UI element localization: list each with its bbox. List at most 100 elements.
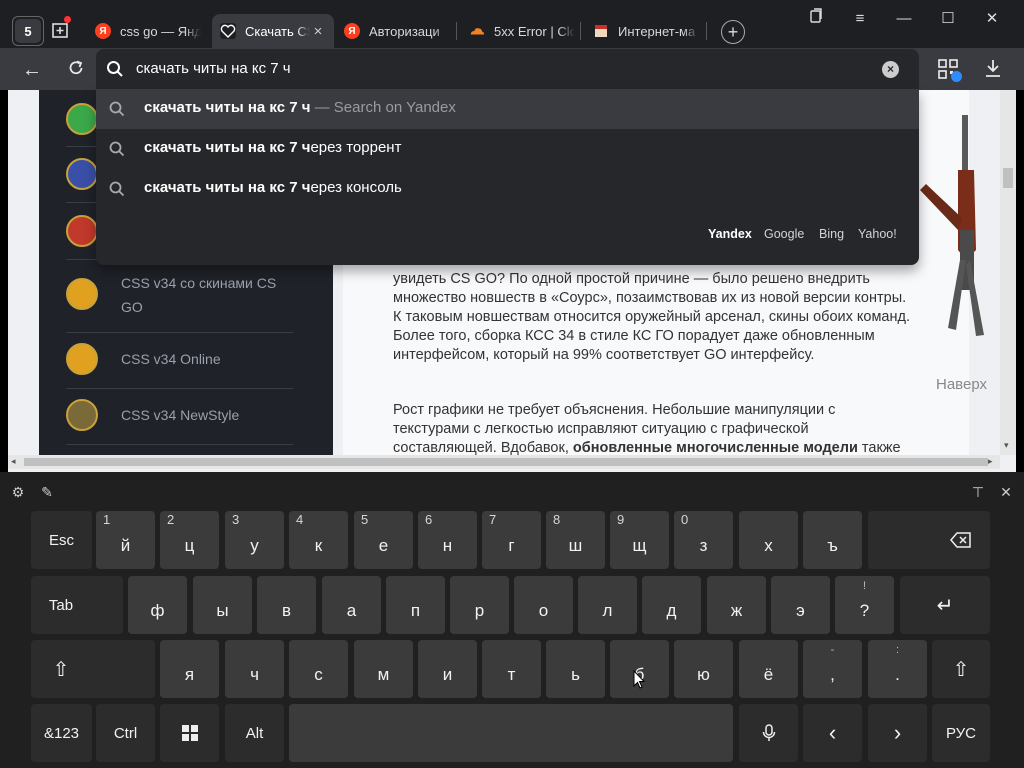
sidebar-item[interactable]: CSS v34 Online bbox=[66, 332, 293, 389]
key-п[interactable]: п bbox=[386, 576, 445, 634]
key-alt[interactable]: Alt bbox=[225, 704, 284, 762]
enter-key[interactable]: ↵ bbox=[900, 576, 990, 634]
cloudflare-icon bbox=[469, 23, 485, 39]
key-а[interactable]: а bbox=[322, 576, 381, 634]
shift-right-key[interactable]: ⇧ bbox=[932, 640, 990, 698]
close-window-icon[interactable]: ✕ bbox=[976, 8, 1008, 30]
key-arrow-left[interactable]: ‹ bbox=[803, 704, 862, 762]
tab-5xx-error[interactable]: 5xx Error | Clo bbox=[461, 14, 583, 48]
key-л[interactable]: л bbox=[578, 576, 637, 634]
cs-game-icon bbox=[66, 215, 98, 247]
menu-icon[interactable]: ≡ bbox=[844, 8, 876, 30]
search-icon bbox=[109, 141, 125, 157]
key-с[interactable]: с bbox=[289, 640, 348, 698]
key-arrow-right[interactable]: › bbox=[868, 704, 927, 762]
address-input[interactable]: скачать читы на кс 7 ч bbox=[136, 60, 291, 77]
key-esc[interactable]: Esc bbox=[31, 511, 92, 569]
key-ф[interactable]: ф bbox=[128, 576, 187, 634]
key-ч[interactable]: ч bbox=[225, 640, 284, 698]
key-question[interactable]: !? bbox=[835, 576, 894, 634]
tab-separator bbox=[706, 22, 707, 40]
engine-yahoo[interactable]: Yahoo! bbox=[858, 227, 897, 241]
key-н[interactable]: 6н bbox=[418, 511, 477, 569]
sidebar-item[interactable]: CSS v34 со скинами CS GO bbox=[66, 259, 293, 333]
key-м[interactable]: м bbox=[354, 640, 413, 698]
cs-game-icon bbox=[66, 278, 98, 310]
key-language[interactable]: РУС bbox=[932, 704, 990, 762]
tab-internet-shop[interactable]: Интернет-ма bbox=[585, 14, 707, 48]
settings-gear-icon[interactable]: ⚙ bbox=[10, 484, 26, 500]
scroll-to-top-link[interactable]: Наверх bbox=[936, 376, 987, 393]
horizontal-scroll-thumb[interactable] bbox=[24, 458, 988, 466]
key-й[interactable]: 1й bbox=[96, 511, 155, 569]
key-ы[interactable]: ы bbox=[193, 576, 252, 634]
sidebar-item[interactable]: CSS v34 NewStyle bbox=[66, 388, 293, 445]
key-period[interactable]: :. bbox=[868, 640, 927, 698]
tab-count-button[interactable]: 5 bbox=[12, 16, 44, 46]
dock-keyboard-icon[interactable]: ⊤ bbox=[970, 484, 986, 500]
shop-icon bbox=[593, 23, 609, 39]
rifle-image bbox=[920, 115, 984, 336]
backspace-key[interactable] bbox=[868, 511, 990, 569]
shift-left-key[interactable]: ⇧ bbox=[31, 640, 155, 698]
tab-close-icon[interactable]: × bbox=[310, 23, 326, 40]
key-ъ[interactable]: ъ bbox=[803, 511, 862, 569]
back-arrow-icon[interactable]: ← bbox=[20, 58, 44, 82]
reload-icon[interactable] bbox=[64, 58, 88, 82]
key-ц[interactable]: 2ц bbox=[160, 511, 219, 569]
key-ь[interactable]: ь bbox=[546, 640, 605, 698]
key-к[interactable]: 4к bbox=[289, 511, 348, 569]
key-и[interactable]: и bbox=[418, 640, 477, 698]
article-paragraph: Рост графики не требует объяснения. Небо… bbox=[393, 402, 901, 456]
scroll-down-arrow[interactable]: ▾ bbox=[1004, 440, 1009, 451]
key-comma[interactable]: -, bbox=[803, 640, 862, 698]
engine-bing[interactable]: Bing bbox=[819, 227, 844, 241]
maximize-icon[interactable]: ☐ bbox=[932, 8, 964, 30]
key-symbols[interactable]: &123 bbox=[31, 704, 92, 762]
key-ш[interactable]: 8ш bbox=[546, 511, 605, 569]
tab-download-cs[interactable]: Скачать CS × bbox=[212, 14, 334, 48]
key-ю[interactable]: ю bbox=[674, 640, 733, 698]
vertical-scroll-thumb[interactable] bbox=[1003, 168, 1013, 188]
key-х[interactable]: х bbox=[739, 511, 798, 569]
key-в[interactable]: в bbox=[257, 576, 316, 634]
handwriting-icon[interactable]: ✎ bbox=[39, 484, 55, 500]
scroll-left-arrow[interactable]: ◂ bbox=[11, 456, 16, 467]
key-э[interactable]: э bbox=[771, 576, 830, 634]
chevron-left-icon: ‹ bbox=[828, 720, 837, 745]
collections-icon[interactable] bbox=[800, 8, 832, 30]
cs-game-icon bbox=[66, 343, 98, 375]
download-icon[interactable] bbox=[984, 58, 1002, 80]
minimize-icon[interactable]: — bbox=[888, 8, 920, 30]
key-т[interactable]: т bbox=[482, 640, 541, 698]
key-ctrl[interactable]: Ctrl bbox=[96, 704, 155, 762]
suggestion-item[interactable]: скачать читы на кс 7 ч — Search on Yande… bbox=[96, 89, 919, 129]
key-microphone[interactable] bbox=[739, 704, 798, 762]
scroll-right-arrow[interactable]: ▸ bbox=[988, 456, 993, 467]
key-о[interactable]: о bbox=[514, 576, 573, 634]
suggestion-item[interactable]: скачать читы на кс 7 через торрент bbox=[96, 129, 919, 169]
key-е[interactable]: 5е bbox=[354, 511, 413, 569]
key-щ[interactable]: 9щ bbox=[610, 511, 669, 569]
key-ж[interactable]: ж bbox=[707, 576, 766, 634]
key-space[interactable] bbox=[289, 704, 733, 762]
key-tab[interactable]: Tab bbox=[31, 576, 123, 634]
key-у[interactable]: 3у bbox=[225, 511, 284, 569]
heart-cs-icon bbox=[220, 23, 236, 39]
key-windows[interactable] bbox=[160, 704, 219, 762]
clear-input-icon[interactable]: × bbox=[882, 61, 899, 78]
new-tab-button[interactable]: + bbox=[721, 20, 745, 44]
close-keyboard-icon[interactable]: ✕ bbox=[998, 484, 1014, 500]
key-р[interactable]: р bbox=[450, 576, 509, 634]
key-я[interactable]: я bbox=[160, 640, 219, 698]
key-г[interactable]: 7г bbox=[482, 511, 541, 569]
tab-authorization[interactable]: Я Авторизаци bbox=[336, 14, 458, 48]
key-ё[interactable]: ё bbox=[739, 640, 798, 698]
key-з[interactable]: 0з bbox=[674, 511, 733, 569]
vertical-scrollbar[interactable] bbox=[1000, 90, 1016, 455]
engine-google[interactable]: Google bbox=[764, 227, 804, 241]
key-д[interactable]: д bbox=[642, 576, 701, 634]
tab-css-go[interactable]: Я css go — Янд bbox=[87, 14, 209, 48]
suggestion-item[interactable]: скачать читы на кс 7 через консоль bbox=[96, 169, 919, 209]
engine-yandex[interactable]: Yandex bbox=[708, 227, 752, 241]
